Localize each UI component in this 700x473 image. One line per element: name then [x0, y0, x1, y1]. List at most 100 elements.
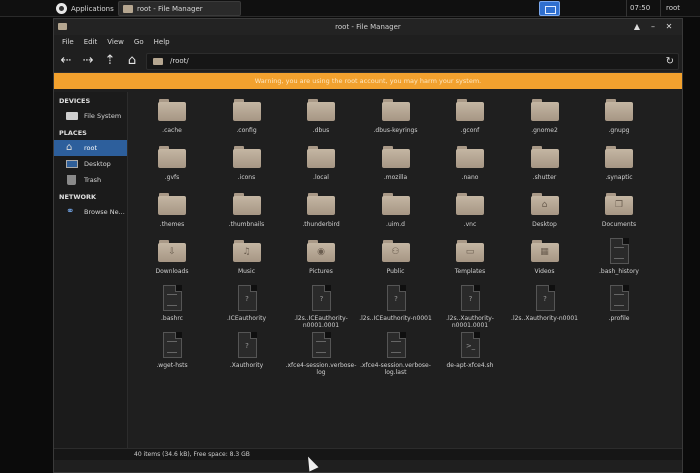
file-item[interactable]: .wget-hsts — [135, 332, 209, 378]
file-name-label: .gconf — [460, 127, 480, 134]
sidebar-item-label: Browse Ne... — [84, 208, 125, 216]
minimize-button[interactable]: – — [648, 22, 658, 32]
reload-icon[interactable]: ↻ — [666, 54, 674, 69]
location-bar[interactable]: /root/ ↻ — [146, 53, 679, 70]
applications-menu-button[interactable]: Applications — [56, 2, 114, 15]
menu-help[interactable]: Help — [149, 35, 175, 49]
maximize-up-icon[interactable]: ▲ — [632, 22, 642, 32]
file-item[interactable]: .bashrc — [135, 285, 209, 331]
folder-icon — [381, 144, 411, 170]
folder-item[interactable]: .thunderbird — [284, 191, 358, 237]
folder-icon — [381, 191, 411, 217]
folder-item[interactable]: .shutter — [508, 144, 582, 190]
folder-item[interactable]: ⚇ Public — [359, 238, 433, 284]
file-item[interactable]: .xfce4-session.verbose-log — [284, 332, 358, 378]
file-name-label: .thumbnails — [228, 221, 265, 228]
sidebar-item-trash[interactable]: Trash — [54, 172, 127, 188]
home-icon[interactable]: ⌂ — [124, 53, 140, 69]
folder-item[interactable]: .gnome2 — [508, 97, 582, 143]
file-item[interactable]: ? .l2s..Xauthority-n0001.0001 — [433, 285, 507, 331]
sidebar-item-root[interactable]: ⌂ root — [54, 140, 127, 156]
location-path: /root/ — [170, 57, 189, 65]
folder-icon — [306, 97, 336, 123]
user-menu[interactable]: root — [666, 4, 680, 12]
file-item[interactable]: >_ de-apt-xfce4.sh — [433, 332, 507, 378]
folder-item[interactable]: .config — [210, 97, 284, 143]
sidebar-item-browse-network[interactable]: ⚭ Browse Ne... — [54, 204, 127, 220]
folder-item[interactable]: ⌂ Desktop — [508, 191, 582, 237]
unknown-file-icon: ? — [468, 295, 473, 303]
taskbar-window-label: root - File Manager — [137, 4, 203, 13]
folder-item[interactable]: .cache — [135, 97, 209, 143]
folder-item[interactable]: .mozilla — [359, 144, 433, 190]
folder-item[interactable]: .dbus — [284, 97, 358, 143]
up-arrow-icon[interactable]: ⇡ — [102, 53, 118, 69]
file-item[interactable]: ? .ICEauthority — [210, 285, 284, 331]
folder-item[interactable]: ❐ Documents — [582, 191, 656, 237]
file-name-label: Downloads — [155, 268, 189, 275]
folder-item[interactable]: .local — [284, 144, 358, 190]
taskbar-window-button[interactable]: root - File Manager — [118, 1, 241, 16]
file-name-label: .dbus — [312, 127, 330, 134]
menu-edit[interactable]: Edit — [79, 35, 103, 49]
folder-item[interactable]: ▦ Videos — [508, 238, 582, 284]
menu-view[interactable]: View — [102, 35, 129, 49]
menu-file[interactable]: File — [57, 35, 79, 49]
folder-item[interactable]: .thumbnails — [210, 191, 284, 237]
folder-item[interactable]: ▭ Templates — [433, 238, 507, 284]
file-item[interactable]: .bash_history — [582, 238, 656, 284]
drive-icon — [66, 112, 78, 120]
menu-bar: File Edit View Go Help — [54, 35, 682, 49]
folder-icon — [381, 97, 411, 123]
unknown-file-icon: ? — [245, 342, 249, 350]
folder-item[interactable]: .themes — [135, 191, 209, 237]
clock[interactable]: 07:50 — [630, 4, 650, 12]
folder-item[interactable]: ◉ Pictures — [284, 238, 358, 284]
folder-icon — [157, 97, 187, 123]
folder-item[interactable]: .uim.d — [359, 191, 433, 237]
back-arrow-icon[interactable]: ⇠ — [58, 53, 74, 69]
file-name-label: .config — [236, 127, 257, 134]
file-name-label: Public — [386, 268, 405, 275]
folder-icon — [455, 144, 485, 170]
menu-go[interactable]: Go — [129, 35, 149, 49]
sidebar-item-label: Desktop — [84, 160, 111, 168]
folder-item[interactable]: .icons — [210, 144, 284, 190]
folder-icon — [455, 191, 485, 217]
folder-icon — [306, 144, 336, 170]
workspace-switcher[interactable] — [539, 1, 560, 16]
trash-icon — [67, 175, 76, 185]
folder-item[interactable]: .dbus-keyrings — [359, 97, 433, 143]
file-item[interactable]: ? .l2s..ICEauthority-n0001.0001 — [284, 285, 358, 331]
sidebar-item-file-system[interactable]: File System — [54, 108, 127, 124]
folder-icon: ❐ — [604, 191, 634, 217]
folder-icon — [232, 191, 262, 217]
file-item[interactable]: .profile — [582, 285, 656, 331]
folder-item[interactable]: ♫ Music — [210, 238, 284, 284]
file-name-label: Pictures — [309, 268, 333, 275]
folder-icon: ▭ — [455, 238, 485, 264]
folder-item[interactable]: .gnupg — [582, 97, 656, 143]
file-item[interactable]: .xfce4-session.verbose-log.last — [359, 332, 433, 378]
sidebar-item-desktop[interactable]: Desktop — [54, 156, 127, 172]
folder-icon — [604, 97, 634, 123]
folder-item[interactable]: .synaptic — [582, 144, 656, 190]
folder-item[interactable]: .gconf — [433, 97, 507, 143]
folder-icon — [157, 144, 187, 170]
forward-arrow-icon[interactable]: ⇢ — [80, 53, 96, 69]
close-button[interactable]: ✕ — [664, 22, 674, 32]
document-icon: ? — [530, 285, 560, 311]
folder-item[interactable]: .gvfs — [135, 144, 209, 190]
document-icon: ? — [232, 332, 262, 358]
file-name-label: de-apt-xfce4.sh — [446, 362, 494, 369]
folder-item[interactable]: ⇩ Downloads — [135, 238, 209, 284]
file-item[interactable]: ? .Xauthority — [210, 332, 284, 378]
file-item[interactable]: ? .l2s..ICEauthority-n0001 — [359, 285, 433, 331]
file-name-label: Desktop — [532, 221, 557, 228]
sidebar-item-label: File System — [84, 112, 122, 120]
file-item[interactable]: ? .l2s..Xauthority-n0001 — [508, 285, 582, 331]
folder-item[interactable]: .vnc — [433, 191, 507, 237]
folder-item[interactable]: .nano — [433, 144, 507, 190]
title-bar[interactable]: root - File Manager ▲ – ✕ — [54, 19, 682, 35]
folder-icon — [153, 58, 163, 65]
